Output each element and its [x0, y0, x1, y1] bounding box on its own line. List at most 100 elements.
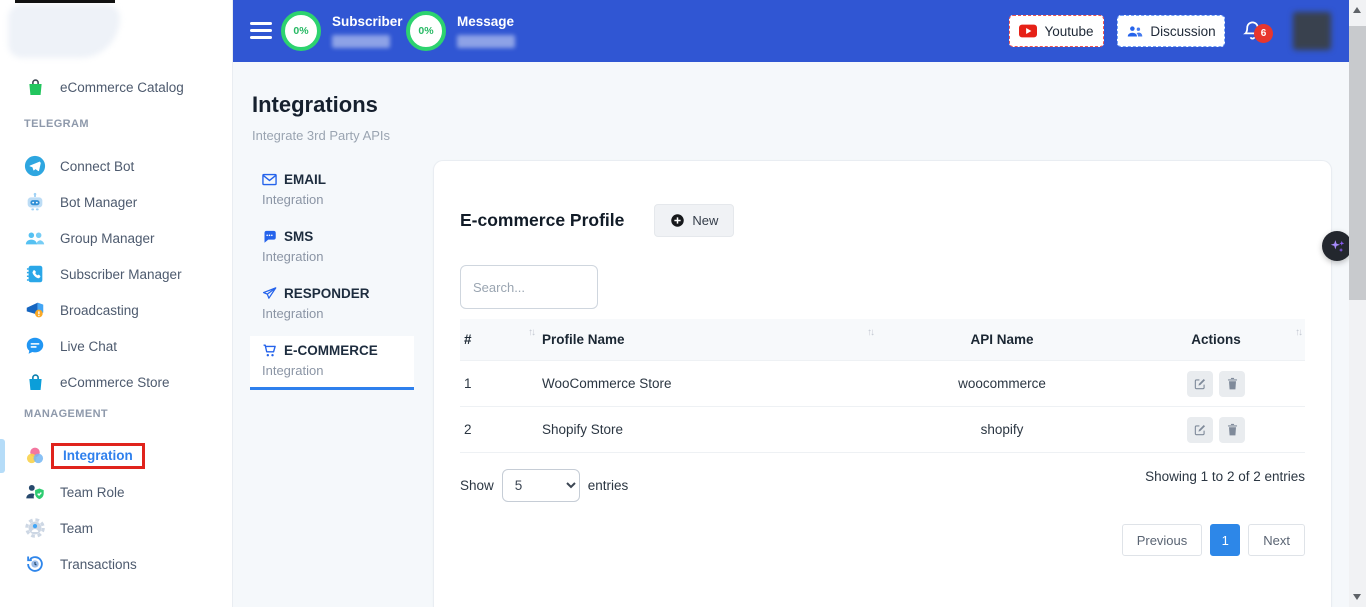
row-num: 1 — [460, 376, 538, 391]
youtube-icon — [1019, 24, 1037, 38]
pagination-previous-button[interactable]: Previous — [1122, 524, 1203, 556]
trash-icon — [1226, 377, 1239, 391]
sidebar-item-live-chat[interactable]: Live Chat — [0, 328, 232, 364]
column-header-num[interactable]: # ↑↓ — [460, 319, 538, 360]
venn-circles-icon — [24, 445, 46, 467]
cart-icon — [262, 343, 277, 358]
sidebar-item-integration[interactable]: Integration — [0, 438, 232, 474]
message-stat-label: Message — [457, 14, 515, 29]
pagination-page-1-button[interactable]: 1 — [1210, 524, 1240, 556]
column-header-profile-name[interactable]: Profile Name ↑↓ — [538, 319, 877, 360]
tab-subtitle: Integration — [262, 192, 402, 211]
ai-assistant-button[interactable] — [1322, 231, 1352, 261]
ecommerce-profile-card: E-commerce Profile New # ↑↓ Profile Name… — [433, 160, 1332, 607]
sidebar-item-group-manager[interactable]: Group Manager — [0, 220, 232, 256]
tab-email-integration[interactable]: EMAIL Integration — [250, 165, 414, 216]
sidebar-management-list: Integration Team Role Team Transactions — [0, 438, 232, 582]
edit-button[interactable] — [1187, 371, 1213, 397]
hamburger-menu-icon[interactable] — [250, 22, 272, 39]
sidebar-item-bot-manager[interactable]: Bot Manager — [0, 184, 232, 220]
sidebar-item-label: Group Manager — [60, 231, 155, 246]
sidebar-item-subscriber-manager[interactable]: Subscriber Manager — [0, 256, 232, 292]
active-indicator-bar — [0, 439, 5, 473]
page-subtitle: Integrate 3rd Party APIs — [252, 128, 390, 143]
sidebar-item-team-role[interactable]: Team Role — [0, 474, 232, 510]
delete-button[interactable] — [1219, 417, 1245, 443]
delete-button[interactable] — [1219, 371, 1245, 397]
tab-subtitle: Integration — [262, 363, 402, 382]
scrollbar-thumb[interactable] — [1349, 26, 1366, 300]
avatar[interactable] — [1293, 12, 1331, 50]
profiles-table: # ↑↓ Profile Name ↑↓ API Name Actions ↑↓… — [460, 319, 1305, 453]
message-stat-value-blurred — [457, 35, 515, 48]
youtube-button-label: Youtube — [1044, 24, 1093, 39]
tab-subtitle: Integration — [262, 249, 402, 268]
sidebar-item-team[interactable]: Team — [0, 510, 232, 546]
page-size-select[interactable]: 5 — [502, 469, 580, 502]
pagination-next-button[interactable]: Next — [1248, 524, 1305, 556]
sidebar-item-connect-bot[interactable]: Connect Bot — [0, 148, 232, 184]
search-input[interactable] — [460, 265, 598, 309]
pagination: Previous 1 Next — [460, 524, 1305, 556]
row-profile-name: WooCommerce Store — [538, 376, 877, 391]
row-api-name: shopify — [877, 422, 1127, 437]
sidebar-item-label: Team — [60, 521, 93, 536]
scrollbar-down-arrow[interactable] — [1353, 594, 1361, 600]
envelope-icon — [262, 173, 277, 186]
message-stat: 0% Message — [406, 11, 515, 51]
row-profile-name: Shopify Store — [538, 422, 877, 437]
sort-icon[interactable]: ↑↓ — [528, 327, 534, 338]
sms-bubble-icon — [262, 229, 277, 244]
sidebar: eCommerce Catalog TELEGRAM Connect Bot B… — [0, 0, 233, 607]
users-group-icon — [1126, 24, 1143, 39]
youtube-button[interactable]: Youtube — [1009, 15, 1104, 47]
discussion-button[interactable]: Discussion — [1117, 15, 1225, 47]
discussion-button-label: Discussion — [1150, 24, 1215, 39]
edit-pencil-icon — [1193, 377, 1207, 391]
user-shield-icon — [24, 481, 46, 503]
logo-top-line — [15, 0, 115, 3]
new-button-label: New — [692, 213, 718, 228]
new-profile-button[interactable]: New — [654, 204, 734, 237]
column-header-api-name[interactable]: API Name — [877, 319, 1127, 360]
shopping-bag-icon — [24, 371, 46, 393]
sidebar-item-label: Subscriber Manager — [60, 267, 182, 282]
integration-subnav: EMAIL Integration SMS Integration RESPON… — [250, 165, 414, 396]
table-row: 1 WooCommerce Store woocommerce — [460, 361, 1305, 407]
tab-title: SMS — [284, 229, 313, 244]
table-row: 2 Shopify Store shopify — [460, 407, 1305, 453]
sidebar-item-transactions[interactable]: Transactions — [0, 546, 232, 582]
tab-responder-integration[interactable]: RESPONDER Integration — [250, 279, 414, 330]
sidebar-item-label: Broadcasting — [60, 303, 139, 318]
robot-icon — [24, 191, 46, 213]
sort-icon[interactable]: ↑↓ — [867, 327, 873, 338]
scrollbar-up-arrow[interactable] — [1353, 7, 1361, 13]
app-logo — [8, 4, 120, 58]
sidebar-item-broadcasting[interactable]: Broadcasting — [0, 292, 232, 328]
sidebar-item-ecommerce-store[interactable]: eCommerce Store — [0, 364, 232, 400]
sidebar-item-label: Live Chat — [60, 339, 117, 354]
subscriber-stat: 0% Subscriber — [281, 11, 403, 51]
column-header-actions[interactable]: Actions ↑↓ — [1127, 319, 1305, 360]
sidebar-section-management: MANAGEMENT — [0, 408, 232, 420]
subscriber-progress-ring: 0% — [281, 11, 321, 51]
notification-count-badge[interactable]: 6 — [1254, 24, 1273, 43]
tab-sms-integration[interactable]: SMS Integration — [250, 222, 414, 273]
topbar: 0% Subscriber 0% Message Youtube Discuss… — [233, 0, 1366, 62]
row-api-name: woocommerce — [877, 376, 1127, 391]
tab-ecommerce-integration[interactable]: E-COMMERCE Integration — [250, 336, 414, 390]
page-title: Integrations — [252, 92, 378, 118]
shopping-bag-icon — [24, 76, 46, 98]
sidebar-item-label-annotated: Integration — [51, 443, 145, 469]
edit-button[interactable] — [1187, 417, 1213, 443]
trash-icon — [1226, 423, 1239, 437]
tab-title: EMAIL — [284, 172, 326, 187]
table-header: # ↑↓ Profile Name ↑↓ API Name Actions ↑↓ — [460, 319, 1305, 361]
row-num: 2 — [460, 422, 538, 437]
sidebar-item-label: eCommerce Store — [60, 375, 170, 390]
plus-circle-icon — [670, 213, 685, 228]
sparkles-icon — [1329, 238, 1346, 255]
page-scrollbar[interactable] — [1349, 0, 1366, 607]
sidebar-item-ecommerce-catalog[interactable]: eCommerce Catalog — [0, 69, 232, 105]
sort-icon[interactable]: ↑↓ — [1295, 327, 1301, 338]
